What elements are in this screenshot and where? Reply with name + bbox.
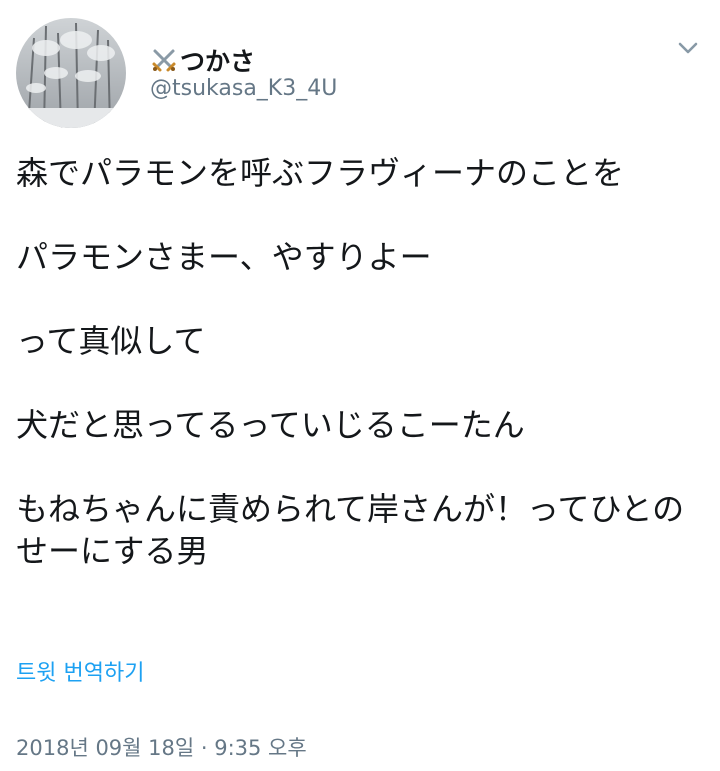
tweet-timestamp[interactable]: 2018년 09월 18일 · 9:35 오후 (16, 732, 307, 762)
display-name-text: つかさ (180, 47, 256, 76)
translate-tweet-link[interactable]: 트윗 번역하기 (16, 655, 144, 687)
display-name[interactable]: つかさ (150, 40, 255, 80)
tweet-paragraph: 犬だと思ってるっていじるこーたん (16, 406, 525, 444)
tweet-paragraph: パラモンさまー、やすりよー (16, 238, 432, 276)
crossed-swords-icon (152, 49, 176, 72)
tweet-paragraph: もねちゃんに責められて岸さんが！ってひとのせーにする男 (16, 490, 685, 570)
tweet-paragraph: 森でパラモンを呼ぶフラヴィーナのことを (16, 154, 625, 192)
chevron-down-icon[interactable] (674, 34, 702, 62)
tweet-paragraph: って真似して (16, 322, 206, 360)
user-handle[interactable]: @tsukasa_K3_4U (150, 76, 337, 101)
snowy-forest-avatar (16, 18, 126, 128)
tweet-text: 森でパラモンを呼ぶフラヴィーナのことを パラモンさまー、やすりよー って真似して… (16, 152, 706, 614)
avatar[interactable] (16, 18, 126, 128)
